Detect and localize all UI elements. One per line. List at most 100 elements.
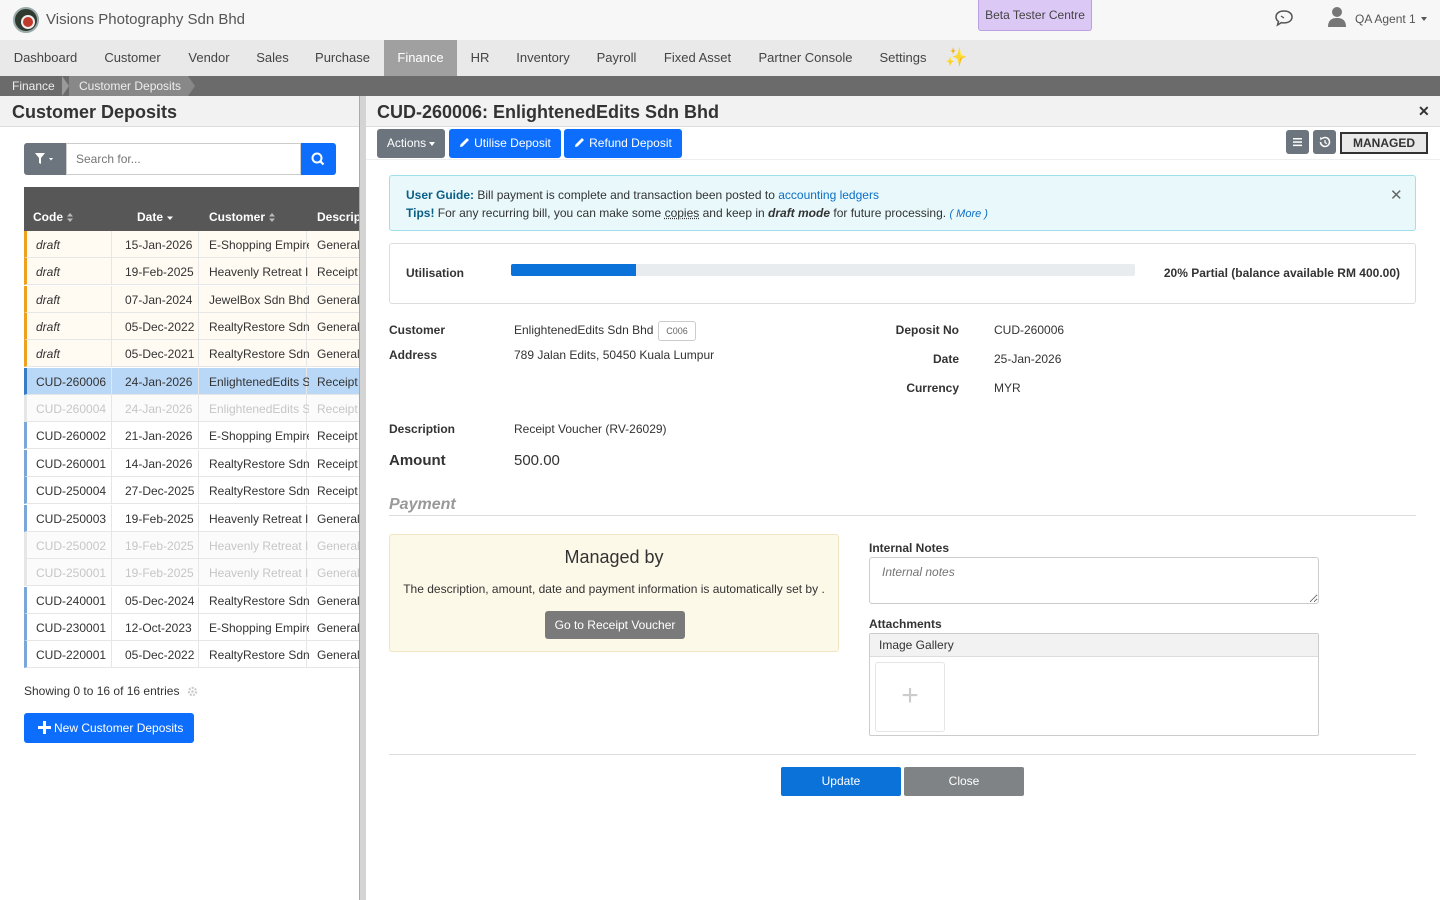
column-code[interactable]: Code [33, 210, 73, 224]
guide-line-2: Tips! For any recurring bill, you can ma… [406, 206, 988, 220]
table-row[interactable]: CUD-260004 24-Jan-2026 EnlightenedEdits Sd… [24, 395, 360, 423]
refund-deposit-button[interactable]: Refund Deposit [564, 129, 682, 158]
nav-partner-console[interactable]: Partner Console [745, 40, 866, 76]
breadcrumb-customer-deposits[interactable]: Customer Deposits [69, 76, 188, 96]
cell-date: 12-Oct-2023 [125, 620, 192, 635]
copies-link[interactable]: copies [665, 206, 700, 220]
cell-customer: E-Shopping Empire [209, 238, 309, 252]
panel-resize-handle[interactable] [359, 96, 366, 900]
table-row[interactable]: CUD-260006 24-Jan-2026 EnlightenedEdits Sd… [24, 367, 360, 395]
table-row[interactable]: CUD-260002 21-Jan-2026 E-Shopping Empire Re… [24, 422, 360, 450]
cell-description: Receipt [317, 374, 358, 389]
cell-description: General [317, 566, 360, 581]
sort-icon [269, 213, 276, 223]
dismiss-guide-icon[interactable]: ✕ [1390, 186, 1403, 204]
history-button[interactable] [1313, 130, 1336, 154]
utilisation-label: Utilisation [406, 266, 465, 280]
breadcrumb: Finance Customer Deposits [0, 76, 1440, 96]
cell-code: draft [36, 292, 61, 307]
address-value: 789 Jalan Edits, 50450 Kuala Lumpur [514, 348, 715, 362]
utilisation-text: 20% Partial (balance available RM 400.00… [1163, 266, 1400, 280]
list-view-button[interactable] [1286, 130, 1309, 154]
column-date[interactable]: Date [137, 210, 174, 224]
sparkle-icon[interactable]: ✨ [945, 46, 967, 68]
internal-notes-input[interactable] [869, 557, 1319, 604]
cell-description: General [317, 292, 360, 307]
nav-sales[interactable]: Sales [244, 40, 301, 76]
update-button[interactable]: Update [781, 767, 901, 796]
currency-value: MYR [994, 381, 1021, 395]
company-name[interactable]: Visions Photography Sdn Bhd [46, 11, 245, 28]
date-value: 25-Jan-2026 [994, 352, 1062, 366]
nav-finance[interactable]: Finance [384, 40, 457, 76]
utilise-label: Utilise Deposit [474, 136, 551, 150]
filter-icon [35, 153, 53, 164]
column-code-label: Code [33, 210, 63, 224]
cell-date: 05-Dec-2022 [125, 320, 195, 335]
close-icon[interactable]: ✕ [1418, 103, 1430, 120]
utilisation-progress-bar [511, 264, 1135, 276]
table-row[interactable]: CUD-240001 05-Dec-2024 RealtyRestore Sdn B… [24, 586, 360, 614]
nav-purchase[interactable]: Purchase [301, 40, 384, 76]
nav-customer[interactable]: Customer [91, 40, 174, 76]
user-avatar-icon[interactable] [1327, 6, 1347, 28]
company-logo[interactable] [13, 7, 39, 33]
search-button[interactable] [301, 143, 336, 175]
refund-label: Refund Deposit [589, 136, 672, 150]
table-row[interactable]: CUD-250001 19-Feb-2025 Heavenly Retreat In… [24, 559, 360, 587]
column-customer[interactable]: Customer [209, 210, 276, 224]
filter-button[interactable] [24, 143, 66, 175]
sort-icon [67, 213, 73, 223]
table-row[interactable]: draft 19-Feb-2025 Heavenly Retreat Inn Rece… [24, 258, 360, 286]
customer-label: Customer [389, 323, 446, 337]
managed-by-title: Managed by [564, 547, 664, 567]
column-description[interactable]: Descrip [317, 210, 360, 224]
nav-fixed-asset[interactable]: Fixed Asset [650, 40, 745, 76]
nav-hr[interactable]: HR [457, 40, 503, 76]
cell-code: draft [36, 320, 61, 335]
utilisation-progress-fill [511, 264, 636, 276]
managed-badge: MANAGED [1340, 132, 1428, 154]
table-row[interactable]: draft 05-Dec-2022 RealtyRestore Sdn Bhd Gen… [24, 313, 360, 341]
cell-date: 07-Jan-2024 [125, 292, 193, 307]
table-row[interactable]: draft 15-Jan-2026 E-Shopping Empire General [24, 231, 360, 258]
actions-dropdown[interactable]: Actions [377, 129, 445, 158]
nav-settings[interactable]: Settings [866, 40, 940, 76]
deposit-no-value: CUD-260006 [994, 323, 1065, 337]
more-link[interactable]: ( More ) [949, 208, 988, 220]
table-row[interactable]: CUD-250004 27-Dec-2025 RealtyRestore Sdn B… [24, 477, 360, 505]
breadcrumb-separator-icon [188, 76, 195, 96]
table-row[interactable]: CUD-220001 05-Dec-2022 RealtyRestore Sdn B… [24, 641, 360, 669]
search-input[interactable] [66, 143, 301, 175]
cell-code: CUD-260001 [36, 456, 107, 471]
close-button[interactable]: Close [904, 767, 1024, 796]
guide-line-1: User Guide: Bill payment is complete and… [406, 188, 879, 202]
table-row[interactable]: draft 07-Jan-2024 JewelBox Sdn Bhd General [24, 285, 360, 313]
cell-customer: Heavenly Retreat Inn [209, 538, 309, 553]
breadcrumb-finance[interactable]: Finance [0, 76, 62, 96]
table-row[interactable]: CUD-250003 19-Feb-2025 Heavenly Retreat In… [24, 504, 360, 532]
go-to-receipt-voucher-button[interactable]: Go to Receipt Voucher [545, 611, 685, 639]
image-gallery: Image Gallery + [869, 633, 1319, 736]
nav-dashboard[interactable]: Dashboard [0, 40, 91, 76]
cell-date: 19-Feb-2025 [125, 265, 194, 280]
table-row[interactable]: draft 05-Dec-2021 RealtyRestore Sdn Bhd Gen… [24, 340, 360, 368]
add-image-button[interactable]: + [875, 662, 945, 732]
table-row[interactable]: CUD-260001 14-Jan-2026 RealtyRestore Sdn B… [24, 449, 360, 477]
accounting-ledgers-link[interactable]: accounting ledgers [778, 188, 879, 202]
new-customer-deposit-button[interactable]: New Customer Deposits [24, 713, 194, 743]
gear-icon[interactable] [187, 686, 198, 697]
managed-by-box: Managed by The description, amount, date… [389, 534, 839, 652]
nav-inventory[interactable]: Inventory [503, 40, 583, 76]
user-menu-caret-icon[interactable] [1421, 17, 1427, 21]
chat-icon[interactable] [1274, 9, 1294, 27]
breadcrumb-separator-icon [62, 76, 69, 96]
table-row[interactable]: CUD-250002 19-Feb-2025 Heavenly Retreat In… [24, 531, 360, 559]
table-row[interactable]: CUD-230001 12-Oct-2023 E-Shopping Empire Ge… [24, 613, 360, 641]
utilise-deposit-button[interactable]: Utilise Deposit [449, 129, 561, 158]
user-name[interactable]: QA Agent 1 [1355, 12, 1416, 26]
nav-vendor[interactable]: Vendor [174, 40, 244, 76]
nav-payroll[interactable]: Payroll [583, 40, 650, 76]
pencil-icon [460, 138, 470, 147]
beta-tester-button[interactable]: Beta Tester Centre [978, 0, 1092, 31]
